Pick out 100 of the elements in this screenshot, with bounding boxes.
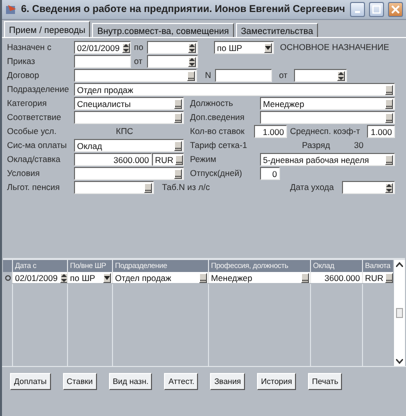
table-cell[interactable]: Отдел продаж — [112, 272, 208, 283]
maximize-button[interactable] — [369, 2, 384, 17]
table-cell[interactable]: 02/01/2009 — [12, 272, 67, 283]
ellipsis-icon[interactable] — [175, 154, 184, 164]
input-field[interactable] — [74, 55, 131, 68]
ellipsis-icon[interactable] — [385, 84, 393, 94]
scroll-up-icon[interactable] — [396, 262, 403, 267]
ellipsis-icon[interactable] — [144, 182, 152, 192]
input-field[interactable]: 0 — [260, 167, 280, 180]
note-text: КПС — [114, 125, 134, 138]
input-field[interactable]: Менеджер — [260, 97, 395, 110]
field-label: Сис-ма оплаты — [7, 139, 68, 152]
field-label: Договор — [7, 69, 40, 82]
input-field[interactable] — [74, 111, 184, 124]
input-field[interactable] — [74, 181, 154, 194]
action-button[interactable]: Печать — [308, 373, 342, 390]
ellipsis-icon[interactable] — [199, 272, 207, 282]
field-label: N — [205, 69, 212, 82]
field-label: Доп.сведения — [190, 111, 246, 124]
field-label: Кол-во ставок — [190, 125, 246, 138]
grid-corner — [3, 260, 12, 272]
input-field[interactable]: Оклад — [74, 139, 184, 152]
ellipsis-icon[interactable] — [174, 168, 182, 178]
table-cell[interactable]: Менеджер — [208, 272, 310, 283]
action-button[interactable]: Вид назн. — [108, 373, 152, 390]
input-field[interactable]: Отдел продаж — [74, 83, 395, 96]
table-cell[interactable]: RUR — [362, 272, 393, 283]
field-label: по — [134, 41, 144, 54]
dropdown-field[interactable]: по ШР — [214, 41, 274, 54]
spinner-icon[interactable] — [337, 70, 345, 80]
ellipsis-icon[interactable] — [174, 140, 182, 150]
field-label: ОСНОВНОЕ НАЗНАЧЕНИЕ — [280, 41, 390, 54]
field-label: Льгот. пенсия — [7, 181, 61, 194]
input-field[interactable] — [215, 69, 272, 82]
date-field[interactable] — [147, 55, 198, 68]
field-label: Подразделение — [7, 83, 70, 96]
spinner-icon[interactable] — [188, 42, 196, 52]
scroll-down-icon[interactable] — [396, 359, 403, 364]
field-label: от — [279, 69, 288, 82]
maximize-icon — [372, 5, 381, 14]
date-field[interactable]: 02/01/2009 — [74, 41, 131, 54]
input-field[interactable] — [260, 111, 395, 124]
ellipsis-icon[interactable] — [174, 112, 182, 122]
dropdown-arrow-icon[interactable] — [264, 42, 272, 52]
window-title: 6. Сведения о работе на предприятии. Ионов Евгений Сергеевич — [21, 4, 346, 15]
ellipsis-icon[interactable] — [187, 70, 195, 80]
scrollbar[interactable] — [394, 260, 405, 366]
field-label: Оклад/ставка — [7, 153, 62, 166]
action-button[interactable]: Звания — [210, 373, 245, 390]
table-cell[interactable]: 3600.000 — [310, 272, 362, 283]
tab[interactable]: Заместительства — [236, 23, 318, 37]
ellipsis-icon[interactable] — [385, 98, 393, 108]
ellipsis-icon[interactable] — [385, 272, 394, 282]
input-field[interactable]: RUR — [152, 153, 184, 166]
tab[interactable]: Внутр.совмест-ва, совмещения — [92, 23, 234, 37]
field-label: Разряд — [302, 139, 332, 152]
field-label: Условия — [7, 167, 41, 180]
spinner-icon[interactable] — [188, 56, 196, 66]
date-field[interactable] — [294, 69, 347, 82]
date-field[interactable] — [147, 41, 198, 54]
action-button[interactable]: Аттест. — [164, 373, 198, 390]
dropdown-arrow-icon[interactable] — [103, 272, 111, 282]
field-label: Тариф сетка-1 — [190, 139, 248, 152]
input-field[interactable]: 1.000 — [367, 125, 395, 138]
app-icon — [5, 4, 17, 16]
action-button[interactable]: Ставки — [62, 373, 97, 390]
input-field[interactable]: 3600.000 — [74, 153, 152, 166]
spinner-icon[interactable] — [122, 42, 130, 52]
field-label: Среднесп. коэф-т — [290, 125, 361, 138]
close-button[interactable] — [388, 2, 403, 17]
table-cell[interactable]: по ШР — [67, 272, 112, 283]
field-label: Особые усл. — [7, 125, 58, 138]
field-label: Категория — [7, 97, 48, 110]
field-label: Должность — [190, 97, 234, 110]
field-label: Дата ухода — [290, 181, 335, 194]
close-icon — [391, 5, 400, 14]
field-label: Таб.N из л/с — [162, 181, 211, 194]
action-button[interactable]: Доплаты — [10, 373, 51, 390]
field-label: Соответствие — [7, 111, 62, 124]
field-label: Назначен с — [7, 41, 52, 54]
ellipsis-icon[interactable] — [385, 112, 393, 122]
input-field[interactable] — [74, 167, 184, 180]
scroll-thumb[interactable] — [396, 308, 403, 318]
tab[interactable]: Прием / переводы — [4, 21, 90, 37]
ellipsis-icon[interactable] — [174, 98, 182, 108]
field-label: Режим — [190, 153, 218, 166]
input-field[interactable]: Специалисты — [74, 97, 184, 110]
input-field[interactable]: 5-дневная рабочая неделя — [260, 153, 395, 166]
date-field[interactable] — [342, 181, 395, 194]
spinner-icon[interactable] — [60, 272, 68, 282]
field-label: Отпуск(дней) — [190, 167, 244, 180]
action-button[interactable]: История — [257, 373, 296, 390]
input-field[interactable] — [74, 69, 197, 82]
minimize-button[interactable] — [350, 2, 365, 17]
spinner-icon[interactable] — [385, 182, 393, 192]
input-field[interactable]: 1.000 — [254, 125, 287, 138]
field-label: 30 — [354, 139, 364, 152]
field-label: Приказ — [7, 55, 36, 68]
ellipsis-icon[interactable] — [385, 154, 393, 164]
ellipsis-icon[interactable] — [301, 272, 309, 282]
